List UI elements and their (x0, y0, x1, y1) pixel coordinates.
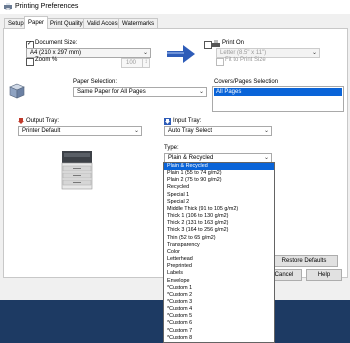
zoom-stepper[interactable]: ↕ (142, 58, 150, 68)
type-option[interactable]: Plain 2 (75 to 90 g/m2) (164, 177, 274, 184)
output-arrow-icon (18, 118, 24, 124)
input-tray-label: Input Tray: (173, 118, 202, 124)
input-tray-icon (164, 118, 171, 125)
zoom-label: Zoom % (35, 57, 58, 63)
document-size-label: Document Size: (35, 40, 78, 46)
covers-pages-selection-label: Covers/Pages Selection (214, 79, 279, 85)
type-value: Plain & Recycled (168, 155, 214, 161)
help-button[interactable]: Help (306, 269, 342, 281)
covers-pages-listbox[interactable]: All Pages (212, 86, 344, 112)
type-option[interactable]: Thick 1 (106 to 130 g/m2) (164, 213, 274, 220)
type-option[interactable]: *Custom 8 (164, 335, 274, 342)
type-option[interactable]: *Custom 6 (164, 320, 274, 327)
type-option[interactable]: Plain 1 (55 to 74 g/m2) (164, 170, 274, 177)
chevron-down-icon: ⌄ (263, 128, 269, 134)
chevron-down-icon: ⌄ (311, 50, 317, 56)
type-option[interactable]: Color (164, 249, 274, 256)
output-tray-select[interactable]: Printer Default ⌄ (18, 126, 142, 136)
chevron-down-icon: ⌄ (133, 128, 139, 134)
printer-icon (212, 40, 220, 47)
paper-selection-label: Paper Selection: (73, 79, 118, 85)
output-tray-value: Printer Default (22, 128, 61, 134)
type-option[interactable]: Labels (164, 270, 274, 277)
zoom-value: 100 (126, 60, 137, 66)
output-tray-label: Output Tray: (26, 118, 60, 124)
input-tray-select[interactable]: Auto Tray Select ⌄ (164, 126, 272, 136)
print-on-label: Print On (222, 40, 245, 46)
type-option[interactable]: Thick 3 (164 to 256 g/m2) (164, 227, 274, 234)
print-on-value: Letter (8.5" x 11") (220, 50, 267, 56)
type-option[interactable]: Middle Thick (91 to 105 g/m2) (164, 206, 274, 213)
type-option[interactable]: Envelope (164, 278, 274, 285)
window-title: Printing Preferences (15, 3, 79, 10)
title-bar: Printing Preferences (0, 0, 350, 14)
printer-app-icon (4, 3, 12, 10)
type-option[interactable]: *Custom 5 (164, 313, 274, 320)
type-option[interactable]: *Custom 4 (164, 306, 274, 313)
type-option[interactable]: Letterhead (164, 256, 274, 263)
chevron-down-icon: ⌄ (198, 89, 204, 95)
type-label: Type: (164, 145, 179, 151)
printer-illustration-icon (61, 151, 93, 190)
arrow-right-icon (167, 45, 195, 63)
list-item[interactable]: All Pages (214, 88, 342, 96)
paper-selection-value: Same Paper for All Pages (77, 89, 146, 95)
type-option[interactable]: Special 2 (164, 199, 274, 206)
paper-selection-select[interactable]: Same Paper for All Pages ⌄ (73, 87, 207, 97)
type-option[interactable]: Thin (52 to 65 g/m2) (164, 235, 274, 242)
type-option[interactable]: *Custom 2 (164, 292, 274, 299)
paper-stack-icon (9, 83, 25, 99)
printing-preferences-window: Printing Preferences Setup Paper Print Q… (0, 0, 350, 343)
type-option[interactable]: Transparency (164, 242, 274, 249)
type-option[interactable]: Thick 2 (131 to 163 g/m2) (164, 220, 274, 227)
type-option[interactable]: *Custom 1 (164, 285, 274, 292)
zoom-checkbox[interactable] (26, 58, 34, 66)
input-tray-value: Auto Tray Select (168, 128, 213, 134)
type-option[interactable]: Plain & Recycled (164, 163, 274, 171)
zoom-input[interactable]: 100 (121, 58, 143, 68)
type-option[interactable]: *Custom 7 (164, 328, 274, 335)
chevron-down-icon: ⌄ (263, 155, 269, 161)
type-option[interactable]: *Custom 3 (164, 299, 274, 306)
chevron-down-icon: ⌄ (142, 50, 148, 56)
type-option[interactable]: Recycled (164, 184, 274, 191)
restore-defaults-button[interactable]: Restore Defaults (270, 255, 338, 267)
fit-to-print-size-checkbox[interactable] (216, 58, 224, 66)
print-on-checkbox[interactable] (204, 41, 212, 49)
type-option[interactable]: Preprinted (164, 263, 274, 270)
fit-to-print-size-label: Fit to Print Size (225, 57, 266, 63)
type-dropdown-list[interactable]: Plain & Recycled Plain 1 (55 to 74 g/m2) P… (163, 162, 275, 343)
document-size-value: A4 (210 x 297 mm) (30, 50, 82, 56)
type-option[interactable]: Special 1 (164, 192, 274, 199)
tab-paper[interactable]: Paper (24, 16, 49, 29)
